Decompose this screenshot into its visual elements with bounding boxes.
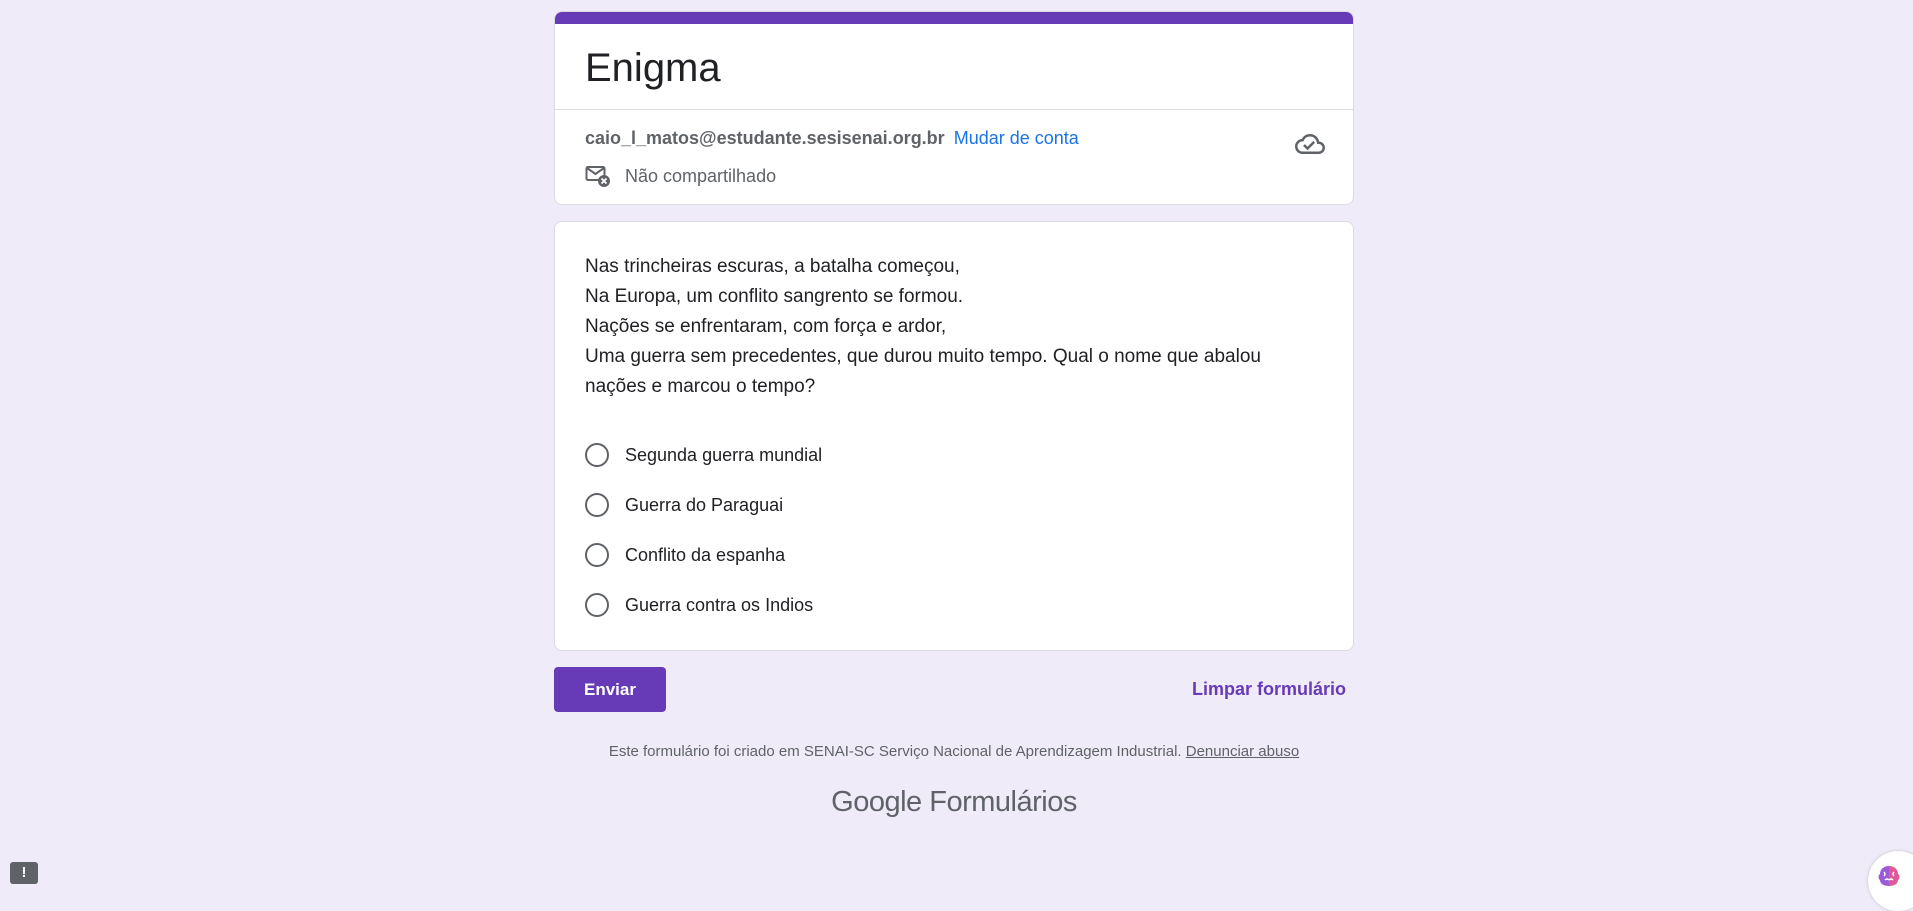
google-forms-logo[interactable]: Google Formulários (554, 786, 1354, 819)
switch-account-link[interactable]: Mudar de conta (954, 128, 1079, 148)
radio-option[interactable]: Guerra contra os Indios (585, 580, 822, 630)
mail-not-shared-icon (585, 166, 610, 187)
radio-button[interactable] (585, 593, 609, 617)
radio-button[interactable] (585, 443, 609, 467)
clear-form-button[interactable]: Limpar formulário (1192, 667, 1346, 712)
footer-disclaimer: Este formulário foi criado em SENAI-SC S… (554, 743, 1354, 760)
sharing-status: Não compartilhado (585, 162, 776, 190)
question-card: Nas trincheiras escuras, a batalha começ… (554, 221, 1354, 651)
report-abuse-link[interactable]: Denunciar abuso (1186, 743, 1299, 760)
submit-button[interactable]: Enviar (554, 667, 666, 712)
brain-icon (1878, 866, 1900, 886)
account-line: caio_l_matos@estudante.sesisenai.org.br … (585, 126, 1079, 150)
header-card: Enigma caio_l_matos@estudante.sesisenai.… (554, 11, 1354, 205)
radio-option[interactable]: Guerra do Paraguai (585, 480, 822, 530)
brand-product: Formulários (929, 786, 1077, 818)
account-email: caio_l_matos@estudante.sesisenai.org.br (585, 128, 945, 148)
question-text: Nas trincheiras escuras, a batalha começ… (585, 256, 1261, 397)
report-problem-icon[interactable]: ! (10, 862, 38, 884)
radio-option-label: Guerra do Paraguai (625, 494, 784, 515)
radio-option-label: Segunda guerra mundial (625, 444, 823, 465)
radio-option-label: Guerra contra os Indios (625, 594, 814, 615)
radio-button[interactable] (585, 493, 609, 517)
sharing-status-text: Não compartilhado (625, 165, 777, 186)
radio-option[interactable]: Conflito da espanha (585, 530, 822, 580)
cloud-check-icon (1295, 134, 1325, 154)
form-title: Enigma (585, 46, 721, 90)
radio-group: Segunda guerra mundial Guerra do Paragua… (585, 430, 822, 630)
radio-option-label: Conflito da espanha (625, 544, 786, 565)
header-accent-bar (555, 12, 1353, 24)
radio-option[interactable]: Segunda guerra mundial (585, 430, 822, 480)
radio-button[interactable] (585, 543, 609, 567)
assistant-icon[interactable] (1868, 851, 1913, 911)
header-divider (555, 109, 1353, 110)
brand-google: Google (831, 786, 922, 818)
footer-text: Este formulário foi criado em SENAI-SC S… (608, 743, 1182, 760)
